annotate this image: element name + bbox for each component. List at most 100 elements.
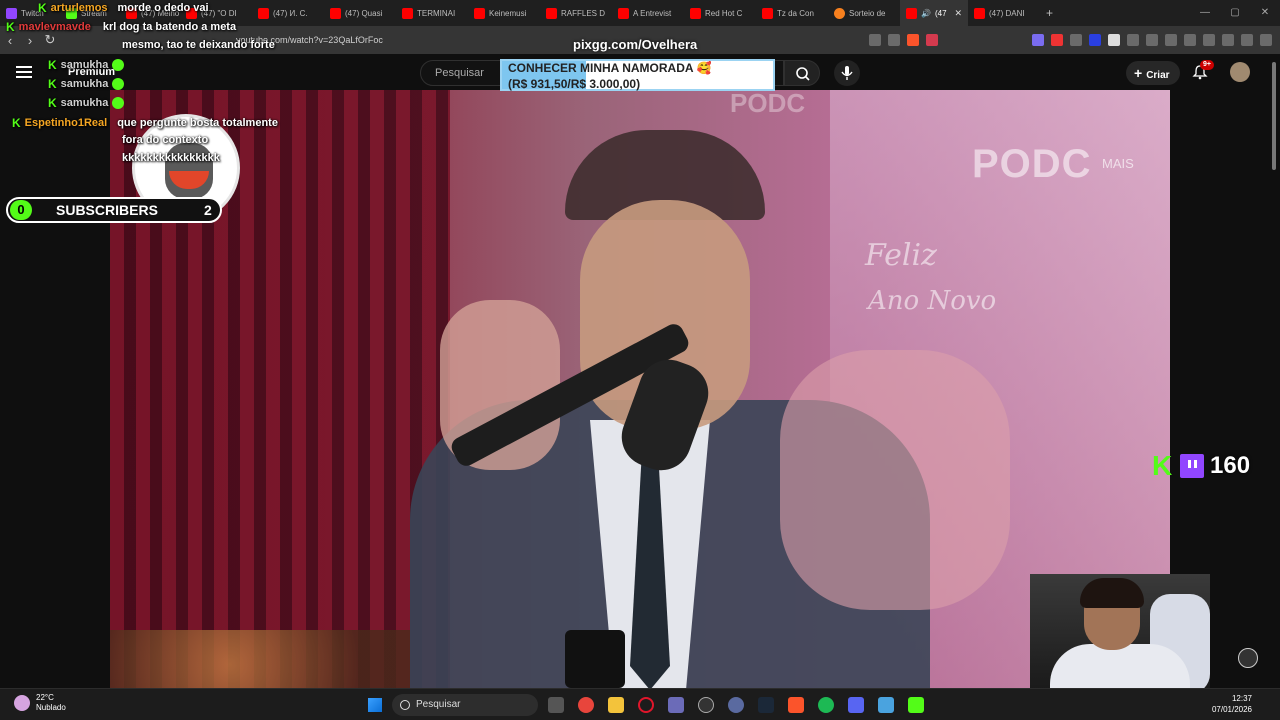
search-icon bbox=[796, 67, 810, 81]
discord-icon[interactable] bbox=[848, 697, 864, 713]
app-icon[interactable] bbox=[668, 697, 684, 713]
sorteio-favicon-icon bbox=[834, 7, 845, 19]
notepad-icon[interactable] bbox=[878, 697, 894, 713]
back-icon[interactable]: ‹ bbox=[0, 33, 20, 48]
emote-icon bbox=[112, 97, 125, 109]
clock-date: 07/01/2026 bbox=[1211, 705, 1252, 714]
channel-watermark-icon[interactable] bbox=[1238, 648, 1258, 668]
extension-icon[interactable] bbox=[1070, 34, 1082, 46]
subscriber-goal: 2 bbox=[204, 202, 212, 218]
reload-icon[interactable]: ↻ bbox=[40, 32, 60, 48]
close-window-icon[interactable]: ✕ bbox=[1250, 0, 1280, 26]
puzzle-icon[interactable] bbox=[1127, 34, 1139, 46]
chat-message: K samukha bbox=[48, 96, 125, 110]
window-controls: — ▢ ✕ bbox=[1190, 0, 1280, 26]
youtube-favicon-icon bbox=[474, 7, 485, 19]
system-clock[interactable]: 12:37 07/01/2026 bbox=[1212, 693, 1252, 715]
browser-tab[interactable]: (47) Quasi bbox=[324, 0, 396, 26]
extension-icon[interactable] bbox=[1051, 34, 1063, 46]
browser-tab[interactable]: Tz da Con bbox=[756, 0, 828, 26]
task-view-icon[interactable] bbox=[548, 697, 564, 713]
browser-tab[interactable]: TERMINAI bbox=[396, 0, 468, 26]
youtube-favicon-icon bbox=[258, 7, 269, 19]
plus-icon: + bbox=[1134, 65, 1143, 81]
file-explorer-icon[interactable] bbox=[608, 697, 624, 713]
chrome-icon[interactable] bbox=[578, 697, 594, 713]
menu-icon[interactable] bbox=[1260, 34, 1272, 46]
chat-text: kkkkkkkkkkkkkkkk bbox=[122, 152, 220, 164]
rewards-icon[interactable] bbox=[926, 34, 938, 46]
browser-tab[interactable]: (47) DANI bbox=[968, 0, 1040, 26]
weather-condition: Nublado bbox=[36, 703, 66, 712]
avatar[interactable] bbox=[1230, 62, 1250, 82]
chat-username: samukha bbox=[60, 59, 109, 71]
voice-search-button[interactable] bbox=[834, 60, 860, 86]
video-person-right-hand bbox=[780, 350, 1010, 610]
screen: Twitch Stream (47) Melho (47) "O DI (47)… bbox=[0, 0, 1280, 720]
extension-icon[interactable] bbox=[1108, 34, 1120, 46]
temperature: 22°C bbox=[36, 693, 54, 702]
minimize-icon[interactable]: — bbox=[1190, 0, 1220, 26]
extension-icon[interactable] bbox=[1032, 34, 1044, 46]
donation-goal-box: CONHECER MINHA NAMORADA 🥰 (R$ 931,50/R$ … bbox=[500, 59, 775, 91]
chat-text: fora do contexto bbox=[122, 134, 209, 146]
windows-start-icon[interactable] bbox=[368, 698, 382, 712]
video-player[interactable]: PODC PODC MAIS Feliz Ano Novo bbox=[110, 90, 1170, 688]
ai-icon[interactable] bbox=[1222, 34, 1234, 46]
chat-username: arturlemos bbox=[50, 2, 108, 14]
create-button[interactable]: + Criar bbox=[1126, 61, 1180, 85]
maximize-icon[interactable]: ▢ bbox=[1220, 0, 1250, 26]
new-tab-button[interactable]: + bbox=[1040, 0, 1062, 26]
search-button[interactable] bbox=[784, 60, 820, 86]
youtube-favicon-icon bbox=[618, 7, 629, 19]
viewer-counter: K 160 bbox=[1152, 452, 1250, 480]
extension-icon[interactable] bbox=[1089, 34, 1101, 46]
chat-username: samukha bbox=[60, 78, 109, 90]
page-scrollbar[interactable] bbox=[1272, 62, 1276, 170]
chat-username: mavlevmavde bbox=[18, 21, 91, 33]
youtube-favicon-icon bbox=[762, 7, 773, 19]
kick-badge-icon: K bbox=[38, 1, 47, 15]
taskbar-search[interactable]: Pesquisar bbox=[392, 694, 538, 716]
steam-icon[interactable] bbox=[758, 697, 774, 713]
emote-icon bbox=[112, 78, 125, 90]
chat-text: mesmo, tao te deixando forte bbox=[122, 39, 275, 51]
browser-tab[interactable]: RAFFLES D bbox=[540, 0, 612, 26]
browser-tab[interactable]: Sorteio de bbox=[828, 0, 900, 26]
app-icon[interactable] bbox=[728, 697, 744, 713]
browser-tab-active[interactable]: 🔊 (47 ✕ bbox=[900, 0, 968, 26]
chat-text: morde o dedo vai bbox=[117, 2, 209, 14]
spotify-icon[interactable] bbox=[818, 697, 834, 713]
wallet-icon[interactable] bbox=[1203, 34, 1215, 46]
chat-username: samukha bbox=[60, 97, 109, 109]
new-year-banner-line1: Feliz bbox=[865, 238, 937, 273]
app-icon[interactable] bbox=[908, 697, 924, 713]
sidebar-icon[interactable] bbox=[1184, 34, 1196, 46]
emote-icon bbox=[112, 59, 125, 71]
browser-tab[interactable]: (47) И. С. bbox=[252, 0, 324, 26]
kick-badge-icon: K bbox=[6, 20, 15, 34]
vpn-icon[interactable] bbox=[1241, 34, 1253, 46]
hamburger-menu-icon[interactable] bbox=[16, 66, 32, 78]
chat-username: Espetinho1Real bbox=[24, 117, 108, 129]
brave-icon[interactable] bbox=[788, 697, 804, 713]
twitch-logo-icon bbox=[1180, 454, 1204, 478]
browser-tab[interactable]: Keinemusi bbox=[468, 0, 540, 26]
browser-tab[interactable]: A Entrevist bbox=[612, 0, 684, 26]
close-tab-icon[interactable]: ✕ bbox=[955, 8, 963, 19]
new-year-banner-line2: Ano Novo bbox=[868, 286, 997, 316]
opera-icon[interactable] bbox=[638, 697, 654, 713]
chat-message-continuation: kkkkkkkkkkkkkkkk bbox=[122, 152, 220, 164]
youtube-favicon-icon bbox=[906, 7, 917, 19]
forward-icon[interactable]: › bbox=[20, 33, 40, 48]
weather-widget[interactable]: 22°C Nublado bbox=[14, 693, 66, 713]
screen-share-icon[interactable] bbox=[869, 34, 881, 46]
brave-shield-icon[interactable] bbox=[907, 34, 919, 46]
share-icon[interactable] bbox=[888, 34, 900, 46]
media-icon[interactable] bbox=[1165, 34, 1177, 46]
video-mug bbox=[565, 630, 625, 688]
speaker-icon: 🔊 bbox=[921, 8, 931, 18]
browser-tab[interactable]: Red Hot C bbox=[684, 0, 756, 26]
screenshot-icon[interactable] bbox=[1146, 34, 1158, 46]
obs-icon[interactable] bbox=[698, 697, 714, 713]
